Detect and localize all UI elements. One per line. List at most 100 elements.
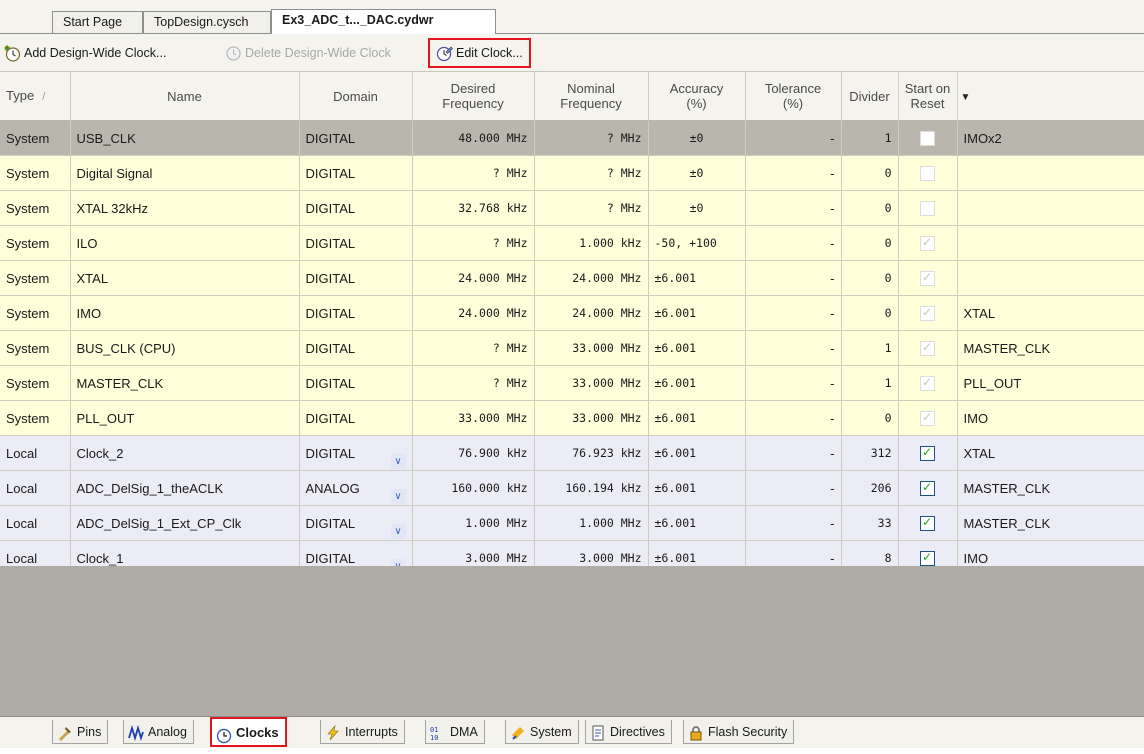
col-desired-frequency-header[interactable]: Desired Frequency [412,72,535,121]
tab-interrupts[interactable]: Interrupts [320,720,405,744]
cell-desired-frequency: 32.768 kHz [412,190,535,226]
table-row[interactable]: System USB_CLK DIGITAL 48.000 MHz? MHz ±0-1 I… [0,120,1144,156]
cell-domain[interactable]: DIGITAL ∨ [299,435,413,471]
col-start-label-2: Reset [910,96,945,111]
cell-accuracy: ±0 [648,155,746,191]
cell-name[interactable]: MASTER_CLK [70,365,300,401]
tab-analog[interactable]: Analog [123,720,194,744]
cell-name[interactable]: IMO [70,295,300,331]
tab-start-page[interactable]: Start Page [52,11,143,33]
cell-source-clock: XTAL [957,435,1144,471]
col-domain-header[interactable]: Domain [299,72,413,121]
cell-divider: 0 [841,155,899,191]
cell-name[interactable]: Digital Signal [70,155,300,191]
cell-name[interactable]: XTAL [70,260,300,296]
delete-design-wide-clock-button[interactable]: Delete Design-Wide Clock [225,42,391,64]
start-on-reset-checkbox[interactable]: ✓ [920,550,935,566]
cell-source-clock [957,155,1144,191]
cell-tolerance: - [745,295,842,331]
cell-name[interactable]: XTAL 32kHz [70,190,300,226]
col-nominal-frequency-header[interactable]: Nominal Frequency [534,72,649,121]
cell-name[interactable]: ADC_DelSig_1_theACLK [70,470,300,506]
tab-analog-label: Analog [148,725,187,739]
table-row[interactable]: Local ADC_DelSig_1_Ext_CP_Clk DIGITAL ∨ 1.00… [0,505,1144,541]
start-on-reset-checkbox: ✓ [920,375,935,391]
add-design-wide-clock-button[interactable]: Add Design-Wide Clock... [4,42,166,64]
col-divider-label: Divider [849,88,890,104]
col-desired-label-1: Desired [450,81,496,96]
cell-type: System [0,260,71,296]
cell-desired-frequency[interactable]: 76.900 kHz [412,435,535,471]
cell-name[interactable]: USB_CLK [70,120,300,156]
cell-accuracy: ±6.001 [648,365,746,401]
cell-nominal-frequency: 33.000 MHz [534,330,649,366]
cell-tolerance: - [745,120,842,156]
cell-domain[interactable]: DIGITAL ∨ [299,505,413,541]
domain-dropdown-chevron-icon[interactable]: ∨ [390,488,406,504]
col-start-on-reset-header[interactable]: Start on Reset [898,72,958,121]
cell-domain: DIGITAL [299,365,413,401]
cell-tolerance: - [745,435,842,471]
start-on-reset-checkbox[interactable]: ✓ [920,480,935,496]
cell-nominal-frequency: ? MHz [534,155,649,191]
cell-desired-frequency[interactable]: 1.000 MHz [412,505,535,541]
table-row[interactable]: System IMO DIGITAL 24.000 MHz 24.000 MHz ±6.0… [0,295,1144,331]
cell-start-on-reset[interactable]: ✓ [898,435,958,471]
table-row[interactable]: System Digital Signal DIGITAL? MHz? MHz ±0-… [0,155,1144,191]
table-row[interactable]: Local Clock_2 DIGITAL ∨ 76.900 kHz 76.923 kHz… [0,435,1144,471]
cell-domain: DIGITAL [299,295,413,331]
table-row[interactable]: System MASTER_CLK DIGITAL ? MHz 33.000 MHz ±6… [0,365,1144,401]
table-row[interactable]: System XTAL DIGITAL 24.000 MHz 24.000 MHz ±6.… [0,260,1144,296]
col-source-header[interactable]: ▼ [957,72,1144,121]
tab-cydwr[interactable]: Ex3_ADC_t..._DAC.cydwr [271,9,496,34]
table-row[interactable]: System BUS_CLK (CPU) DIGITAL ? MHz 33.000 MH… [0,330,1144,366]
column-chooser-dropdown-icon[interactable]: ▼ [961,92,971,103]
cell-name[interactable]: ILO [70,225,300,261]
col-accuracy-header[interactable]: Accuracy (%) [648,72,746,121]
start-on-reset-checkbox[interactable]: ✓ [920,515,935,531]
tab-dma[interactable]: 01 10 DMA [425,720,485,744]
table-row[interactable]: System XTAL 32kHz DIGITAL 32.768 kHz? MHz ±0… [0,190,1144,226]
cell-desired-frequency: ? MHz [412,225,535,261]
domain-dropdown-chevron-icon[interactable]: ∨ [390,523,406,539]
cell-desired-frequency[interactable]: 160.000 kHz [412,470,535,506]
tab-topdesign[interactable]: TopDesign.cysch [143,11,271,33]
cell-nominal-frequency: 160.194 kHz [534,470,649,506]
cell-name[interactable]: BUS_CLK (CPU) [70,330,300,366]
tab-flash-security[interactable]: Flash Security [683,720,795,744]
cell-nominal-frequency: 76.923 kHz [534,435,649,471]
cell-name[interactable]: PLL_OUT [70,400,300,436]
col-accuracy-label-1: Accuracy [669,81,724,96]
cell-name[interactable]: Clock_2 [70,435,300,471]
edit-clock-button[interactable]: Edit Clock... [428,38,531,68]
tab-pins[interactable]: Pins [52,720,109,744]
cell-desired-frequency: ? MHz [412,155,535,191]
table-row[interactable]: System PLL_OUT DIGITAL 33.000 MHz 33.000 MHz… [0,400,1144,436]
col-tolerance-header[interactable]: Tolerance (%) [745,72,842,121]
cell-nominal-frequency: 33.000 MHz [534,365,649,401]
tab-directives[interactable]: Directives [585,720,672,744]
cell-source-clock: XTAL [957,295,1144,331]
cell-divider: 312 [841,435,899,471]
cell-domain[interactable]: ANALOG ∨ [299,470,413,506]
tab-clocks[interactable]: Clocks [210,717,287,747]
cell-start-on-reset[interactable]: ✓ [898,470,958,506]
col-type-header[interactable]: Type / [0,72,71,121]
cell-start-on-reset[interactable]: ✓ [898,505,958,541]
table-row[interactable]: System ILO DIGITAL ? MHz 1.000 kHz -50, +100-… [0,225,1144,261]
cell-source-clock: IMO [957,400,1144,436]
cell-source-clock: PLL_OUT [957,365,1144,401]
table-row[interactable]: Local ADC_DelSig_1_theACLK ANALOG ∨ 160.000 … [0,470,1144,506]
cell-divider: 1 [841,120,899,156]
cell-domain: DIGITAL [299,190,413,226]
cell-start-on-reset: ✓ [898,365,958,401]
col-name-header[interactable]: Name [70,72,300,121]
start-on-reset-checkbox[interactable]: ✓ [920,445,935,461]
cell-accuracy: -50, +100 [648,225,746,261]
tab-system[interactable]: System [505,720,579,744]
col-divider-header[interactable]: Divider [841,72,899,121]
clocks-grid: Type / Name Domain Desired Frequency Nomin… [0,72,1144,576]
domain-dropdown-chevron-icon[interactable]: ∨ [390,453,406,469]
domain-value: DIGITAL [305,340,356,356]
cell-name[interactable]: ADC_DelSig_1_Ext_CP_Clk [70,505,300,541]
